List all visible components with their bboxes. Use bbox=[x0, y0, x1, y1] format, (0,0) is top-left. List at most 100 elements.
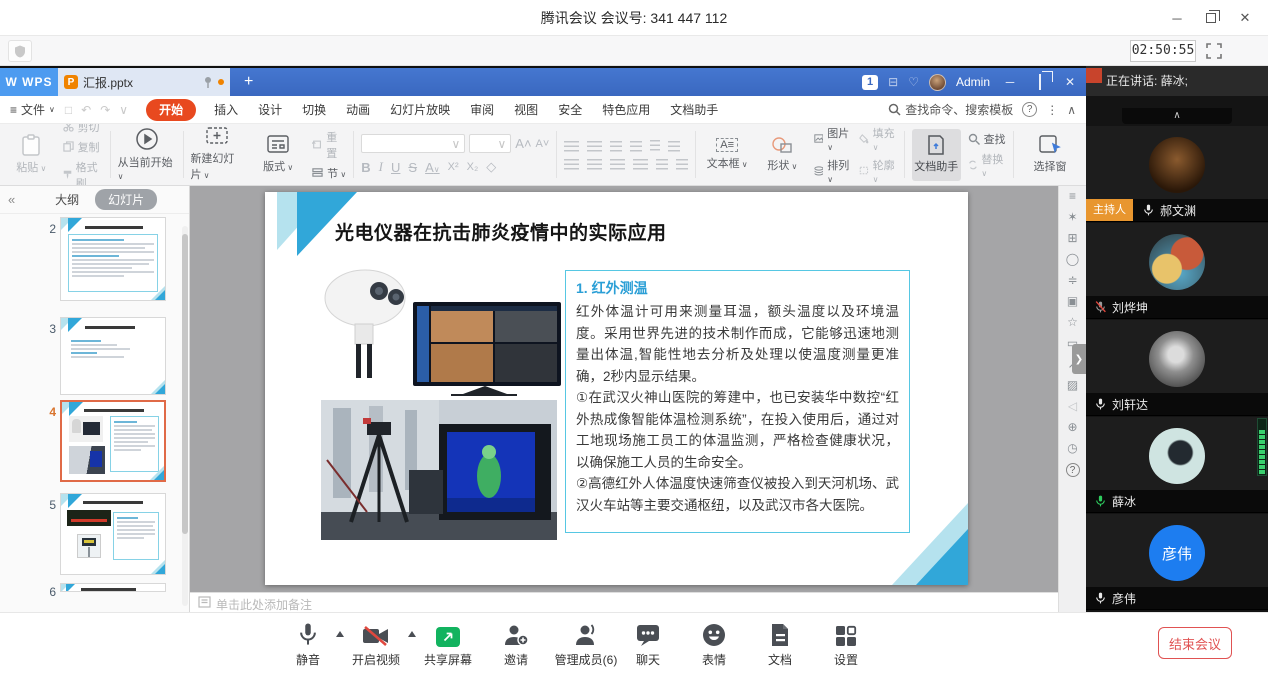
slide-thumbnail-6[interactable] bbox=[60, 583, 166, 592]
increase-indent-icon[interactable] bbox=[630, 141, 642, 152]
tab-insert[interactable]: 插入 bbox=[204, 96, 248, 124]
decrease-indent-icon[interactable] bbox=[610, 141, 622, 152]
participant-tile[interactable]: 刘轩达 bbox=[1086, 320, 1268, 416]
command-search[interactable]: 查找命令、搜索模板 bbox=[888, 101, 1013, 118]
underline-button[interactable]: U bbox=[391, 160, 400, 175]
slide-thumbnail-2[interactable] bbox=[60, 217, 166, 301]
slide-thumbnail-3[interactable] bbox=[60, 317, 166, 395]
rail-expander-tab[interactable]: ❯ bbox=[1072, 344, 1086, 374]
docs-button[interactable]: 文档 bbox=[744, 621, 816, 668]
wps-logo[interactable]: W WPS bbox=[0, 68, 58, 96]
numbered-list-icon[interactable] bbox=[587, 141, 602, 152]
help-icon[interactable]: ? bbox=[1022, 102, 1037, 117]
find-button[interactable]: 查找 bbox=[968, 131, 1007, 147]
sidebar-collapse-icon[interactable]: « bbox=[0, 192, 23, 207]
shapes-button[interactable]: 形状 ∨ bbox=[758, 136, 806, 173]
participant-tile[interactable]: 彦伟 彦伟 bbox=[1086, 514, 1268, 610]
rail-image-icon[interactable]: ▨ bbox=[1067, 379, 1078, 391]
justify-icon[interactable] bbox=[633, 159, 648, 170]
line-spacing-icon[interactable] bbox=[656, 159, 668, 170]
increase-font-button[interactable]: A˄ bbox=[515, 136, 531, 151]
tab-transition[interactable]: 切换 bbox=[292, 96, 336, 124]
rail-layers-icon[interactable]: ⊞ bbox=[1067, 232, 1077, 244]
tab-home[interactable]: 开始 bbox=[146, 99, 196, 121]
arrange-button[interactable]: 排列 ∨ bbox=[814, 157, 852, 185]
settings-button[interactable]: 设置 bbox=[810, 621, 882, 668]
font-family-select[interactable]: ∨ bbox=[361, 134, 465, 153]
selection-pane-button[interactable]: 选择窗 bbox=[1021, 135, 1079, 174]
notes-bar[interactable]: 单击此处添加备注 bbox=[190, 592, 1058, 612]
columns-icon[interactable] bbox=[668, 141, 680, 152]
strike-button[interactable]: S bbox=[408, 160, 417, 175]
wps-close-icon[interactable]: ✕ bbox=[1060, 75, 1080, 89]
participant-tile[interactable]: 主持人 郝文渊 bbox=[1086, 126, 1268, 222]
rail-properties-icon[interactable]: ≑ bbox=[1067, 274, 1077, 286]
align-center-icon[interactable] bbox=[587, 159, 602, 170]
wps-restore-icon[interactable] bbox=[1030, 75, 1050, 89]
tab-outline[interactable]: 大纲 bbox=[55, 191, 79, 208]
chat-button[interactable]: 聊天 bbox=[612, 621, 684, 668]
tab-slides[interactable]: 幻灯片 bbox=[95, 189, 157, 210]
tab-review[interactable]: 审阅 bbox=[460, 96, 504, 124]
participant-tile[interactable]: 薛冰 bbox=[1086, 417, 1268, 513]
tab-special-apps[interactable]: 特色应用 bbox=[592, 96, 660, 124]
participant-tile[interactable]: 刘烨坤 bbox=[1086, 223, 1268, 319]
rail-history-icon[interactable]: ◷ bbox=[1067, 442, 1077, 454]
close-icon[interactable]: ✕ bbox=[1228, 0, 1262, 36]
cloud-sync-icon[interactable]: ⊟ bbox=[888, 75, 898, 89]
clear-format-icon[interactable]: ◇ bbox=[486, 159, 496, 175]
slide-thumbnail-4-selected[interactable] bbox=[60, 400, 166, 482]
new-slide-button[interactable]: 新建幻灯片 ∨ bbox=[190, 127, 244, 182]
sidebar-scrollbar-thumb[interactable] bbox=[182, 234, 188, 534]
minimize-icon[interactable]: ─ bbox=[1160, 0, 1194, 36]
wps-minimize-icon[interactable]: ─ bbox=[1000, 75, 1020, 89]
rail-help-icon[interactable]: ? bbox=[1066, 463, 1080, 477]
picture-button[interactable]: 图片 ∨ bbox=[814, 125, 852, 153]
quick-access-toolbar[interactable]: □↶↷∨ bbox=[65, 103, 128, 117]
document-tab[interactable]: P 汇报.pptx bbox=[58, 68, 230, 96]
end-meeting-button[interactable]: 结束会议 bbox=[1158, 627, 1232, 659]
text-box-button[interactable]: A≡ 文本框 ∨ bbox=[703, 138, 751, 171]
tab-doc-assistant[interactable]: 文档助手 bbox=[660, 96, 728, 124]
start-video-button[interactable]: 开启视频 bbox=[340, 621, 412, 668]
more-menu-icon[interactable]: ⋮ bbox=[1046, 103, 1058, 117]
account-avatar[interactable] bbox=[929, 74, 946, 91]
shield-icon[interactable] bbox=[8, 40, 32, 62]
align-right-icon[interactable] bbox=[610, 159, 625, 170]
font-color-button[interactable]: A∨ bbox=[425, 160, 440, 175]
copy-button[interactable]: 复制 bbox=[63, 139, 103, 155]
rail-shapes-icon[interactable]: ◯ bbox=[1066, 253, 1079, 265]
rail-ai-effects-icon[interactable]: ✶ bbox=[1067, 211, 1077, 223]
italic-button[interactable]: I bbox=[379, 159, 383, 175]
emoji-button[interactable]: 表情 bbox=[678, 621, 750, 668]
invite-button[interactable]: 邀请 bbox=[480, 621, 552, 668]
decrease-font-button[interactable]: A˅ bbox=[536, 138, 550, 150]
fill-button[interactable]: 填充 ∨ bbox=[859, 125, 897, 153]
message-badge[interactable]: 1 bbox=[862, 75, 878, 90]
skin-icon[interactable]: ♡ bbox=[908, 75, 919, 89]
sidebar-scrollbar[interactable] bbox=[182, 226, 188, 606]
outline-button[interactable]: 轮廓 ∨ bbox=[859, 157, 897, 185]
paste-button[interactable]: 粘贴 ∨ bbox=[7, 134, 56, 175]
text-direction-icon[interactable] bbox=[650, 140, 660, 153]
collapse-ribbon-icon[interactable]: ∧ bbox=[1067, 103, 1076, 117]
tab-slideshow[interactable]: 幻灯片放映 bbox=[380, 96, 460, 124]
panel-collapse-button[interactable]: ∧ bbox=[1122, 108, 1232, 124]
rail-download-icon[interactable]: ⊕ bbox=[1067, 421, 1077, 433]
share-screen-button[interactable]: 共享屏幕 bbox=[412, 621, 484, 668]
bullet-list-icon[interactable] bbox=[564, 141, 579, 152]
new-tab-button[interactable]: + bbox=[244, 73, 253, 91]
rail-favorites-icon[interactable]: ☆ bbox=[1067, 316, 1078, 328]
cut-button[interactable]: 剪切 bbox=[63, 124, 103, 135]
account-name[interactable]: Admin bbox=[956, 75, 990, 89]
replace-button[interactable]: 替换 ∨ bbox=[968, 151, 1007, 179]
rail-lines-icon[interactable]: ≡ bbox=[1069, 190, 1076, 202]
superscript-button[interactable]: X² bbox=[448, 161, 459, 173]
layout-button[interactable]: 版式 ∨ bbox=[251, 135, 305, 174]
mute-button[interactable]: 静音 bbox=[272, 621, 344, 668]
slide-thumbnail-5[interactable] bbox=[60, 493, 166, 575]
shrink-text-icon[interactable] bbox=[676, 159, 688, 170]
reset-button[interactable]: 重置 bbox=[312, 129, 346, 161]
format-painter-button[interactable]: 格式刷 bbox=[63, 159, 103, 187]
font-size-select[interactable]: ∨ bbox=[469, 134, 511, 153]
